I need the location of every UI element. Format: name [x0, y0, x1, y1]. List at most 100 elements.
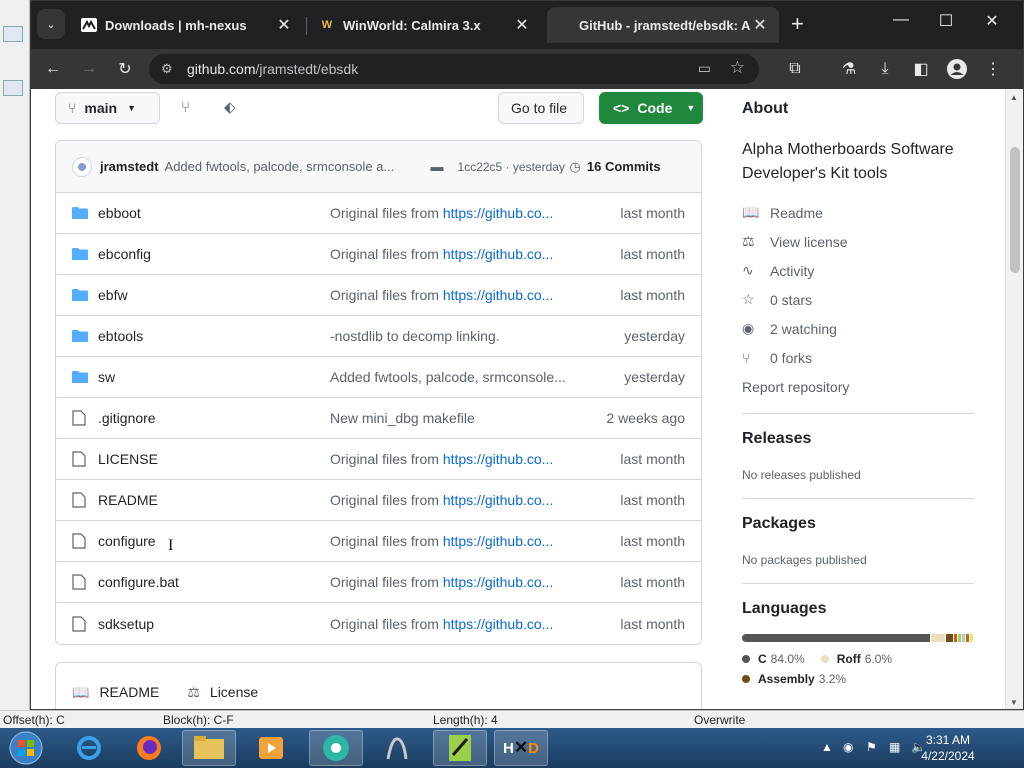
profile-avatar-icon[interactable] [945, 57, 969, 81]
scrollbar-thumb[interactable] [1010, 147, 1020, 273]
new-tab-plus-icon[interactable]: + [791, 13, 804, 35]
firefox-icon[interactable] [122, 730, 176, 766]
commit-message[interactable]: Added fwtools, palcode, srmconsole a... [165, 159, 413, 174]
close-tab-icon[interactable]: ✕ [513, 15, 531, 35]
commit-link[interactable]: https://github.co... [443, 492, 554, 508]
file-row[interactable]: ebfw Original files from https://github.c… [56, 275, 701, 316]
tab-github[interactable]: GitHub - jramstedt/ebsdk: Alp ✕ [547, 7, 779, 43]
install-app-icon[interactable]: ▭ [698, 60, 711, 77]
code-button[interactable]: <> Code ▼ [599, 92, 703, 124]
scroll-up-arrow-icon[interactable]: ▲ [1010, 93, 1018, 102]
internet-explorer-icon[interactable] [62, 730, 116, 766]
packages-heading[interactable]: Packages [742, 515, 974, 533]
branch-select-button[interactable]: ⑂ main ▼ [55, 92, 160, 124]
file-name[interactable]: LICENSE [98, 451, 330, 467]
file-commit-message[interactable]: New mini_dbg makefile [330, 410, 580, 426]
releases-heading[interactable]: Releases [742, 430, 974, 448]
file-row[interactable]: README Original files from https://github… [56, 480, 701, 521]
file-commit-message[interactable]: Original files from https://github.co... [330, 574, 580, 590]
close-tab-icon[interactable]: ✕ [751, 15, 769, 35]
about-link[interactable]: ☆ 0 stars [742, 285, 974, 314]
network-icon[interactable]: ▦ [889, 740, 900, 754]
about-link[interactable]: ⚖ View license [742, 227, 974, 256]
menu-kebab-icon[interactable]: ⋮ [981, 57, 1005, 81]
file-commit-message[interactable]: Original files from https://github.co... [330, 533, 580, 549]
file-row[interactable]: sw Added fwtools, palcode, srmconsole... y… [56, 357, 701, 398]
file-commit-message[interactable]: Original files from https://github.co... [330, 205, 580, 221]
file-row[interactable]: ebboot Original files from https://github… [56, 193, 701, 234]
show-hidden-icons[interactable]: ▲ [821, 740, 833, 754]
commit-link[interactable]: https://github.co... [443, 533, 554, 549]
file-name[interactable]: .gitignore [98, 410, 330, 426]
app-icon[interactable] [370, 730, 424, 766]
chrome-app-icon[interactable] [309, 730, 363, 766]
file-name[interactable]: sw [98, 369, 330, 385]
file-row[interactable]: configure.bat Original files from https:/… [56, 562, 701, 603]
commit-author[interactable]: jramstedt [100, 159, 159, 174]
report-repository-link[interactable]: Report repository [742, 372, 974, 401]
file-row[interactable]: sdksetup Original files from https://gith… [56, 603, 701, 644]
side-panel-icon[interactable]: ◧ [909, 57, 933, 81]
commit-details-icon[interactable]: ▬ [431, 159, 444, 174]
file-name[interactable]: README [98, 492, 330, 508]
back-arrow-icon[interactable]: ← [41, 57, 65, 81]
page-scrollbar[interactable]: ▲ ▼ [1005, 89, 1023, 709]
file-name[interactable]: ebconfig [98, 246, 330, 262]
file-row[interactable]: ebtools -nostdlib to decomp linking. yeste… [56, 316, 701, 357]
go-to-file-button[interactable]: Go to file [498, 92, 584, 124]
commit-link[interactable]: https://github.co... [443, 246, 554, 262]
file-commit-message[interactable]: Added fwtools, palcode, srmconsole... [330, 369, 580, 385]
commit-link[interactable]: https://github.co... [443, 287, 554, 303]
file-row[interactable]: configure Original files from https://git… [56, 521, 701, 562]
reload-icon[interactable]: ↻ [113, 57, 137, 81]
file-row[interactable]: .gitignore New mini_dbg makefile 2 weeks a… [56, 398, 701, 439]
notepad-app-icon[interactable] [433, 730, 487, 766]
commits-link[interactable]: 16 Commits [587, 159, 661, 174]
about-link[interactable]: ∿ Activity [742, 256, 974, 285]
file-name[interactable]: ebtools [98, 328, 330, 344]
start-button[interactable] [2, 730, 50, 766]
tags-icon[interactable]: ⬖ [224, 98, 236, 116]
minimize-icon[interactable]: — [886, 11, 916, 29]
tray-app-icon[interactable]: ◉ [843, 740, 853, 754]
forward-arrow-icon[interactable]: → [77, 57, 101, 81]
file-name[interactable]: ebfw [98, 287, 330, 303]
author-avatar[interactable] [72, 156, 92, 177]
file-commit-message[interactable]: Original files from https://github.co... [330, 616, 580, 632]
file-name[interactable]: configure.bat [98, 574, 330, 590]
action-center-flag-icon[interactable]: ⚑ [866, 740, 877, 754]
language-legend-item[interactable]: Assembly 3.2% [742, 672, 846, 686]
about-link[interactable]: 📖 Readme [742, 198, 974, 227]
commit-link[interactable]: https://github.co... [443, 616, 554, 632]
media-player-icon[interactable] [244, 730, 298, 766]
hxd-hex-editor-icon[interactable]: H ✕ D [494, 730, 548, 766]
address-bar[interactable]: ⚙ github.com/jramstedt/ebsdk ▭ ☆ [149, 54, 759, 84]
tab-search-button[interactable]: ⌄ [37, 9, 65, 39]
download-icon[interactable]: ⤓ [873, 57, 897, 81]
commit-link[interactable]: https://github.co... [443, 574, 554, 590]
about-link[interactable]: ◉ 2 watching [742, 314, 974, 343]
file-row[interactable]: ebconfig Original files from https://gith… [56, 234, 701, 275]
file-commit-message[interactable]: Original files from https://github.co... [330, 492, 580, 508]
commit-link[interactable]: https://github.co... [443, 205, 554, 221]
commit-link[interactable]: https://github.co... [443, 451, 554, 467]
file-commit-message[interactable]: Original files from https://github.co... [330, 451, 580, 467]
site-info-icon[interactable]: ⚙ [161, 61, 187, 77]
file-name[interactable]: ebboot [98, 205, 330, 221]
file-explorer-icon[interactable] [182, 730, 236, 766]
language-legend-item[interactable]: C 84.0% [742, 652, 805, 666]
close-window-icon[interactable]: ✕ [977, 11, 1007, 31]
bookmark-star-icon[interactable]: ☆ [730, 58, 745, 78]
tab-downloads[interactable]: Downloads | mh-nexus ✕ [71, 9, 303, 41]
file-name[interactable]: configure [98, 533, 330, 549]
file-name[interactable]: sdksetup [98, 616, 330, 632]
close-tab-icon[interactable]: ✕ [275, 15, 293, 35]
file-commit-message[interactable]: -nostdlib to decomp linking. [330, 328, 580, 344]
tab-winworld[interactable]: W WinWorld: Calmira 3.x ✕ [309, 9, 541, 41]
about-link[interactable]: ⑂ 0 forks [742, 343, 974, 372]
commit-hash-time[interactable]: 1cc22c5 · yesterday [458, 160, 570, 174]
extensions-puzzle-icon[interactable]: ⧉ [783, 57, 807, 81]
taskbar-clock[interactable]: 3:31 AM 4/22/2024 [918, 732, 978, 764]
labs-flask-icon[interactable]: ⚗ [837, 57, 861, 81]
maximize-icon[interactable]: ☐ [931, 11, 961, 31]
